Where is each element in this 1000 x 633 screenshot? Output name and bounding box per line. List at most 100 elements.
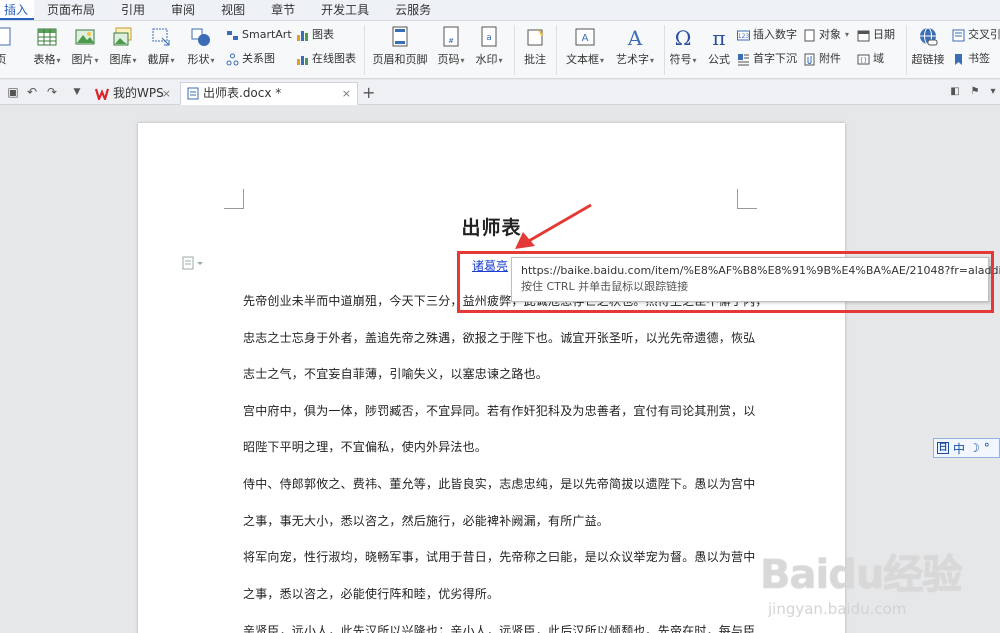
close-icon[interactable]: × (162, 83, 171, 104)
options-icon[interactable]: ▾ (986, 85, 1000, 99)
menu-bar: 插入 页面布局 引用 审阅 视图 章节 开发工具 云服务 (0, 0, 1000, 21)
paragraph-layout-icon[interactable] (182, 256, 204, 270)
new-doc-icon[interactable]: ▣ (6, 85, 20, 99)
screenshot-button[interactable]: 截屏▾ (144, 23, 178, 67)
ime-mode: 中 (953, 441, 966, 456)
gallery-button[interactable]: 图库▾ (106, 23, 140, 67)
bookmark-icon (955, 53, 962, 65)
menu-tab-view[interactable]: 视图 (208, 0, 258, 20)
body-line: 昭陛下平明之理，不宜偏私，使内外异法也。 (243, 440, 488, 454)
formula-button[interactable]: π 公式 (704, 23, 734, 67)
quick-access-dropdown-icon[interactable]: ▼ (70, 85, 84, 99)
field-icon: {} (857, 54, 870, 64)
close-icon[interactable]: × (342, 83, 351, 104)
smartart-button[interactable]: SmartArt (226, 26, 292, 44)
body-line: 志士之气，不宜妄自菲薄，引喻失义，以塞忠谏之路也。 (243, 367, 549, 381)
document-title: 出师表 (461, 217, 522, 239)
body-line: 侍中、侍郎郭攸之、费祎、董允等，此皆良实，志虑忠纯，是以先帝简拔以遗陛下。愚以为… (243, 477, 756, 491)
document-icon (187, 87, 199, 100)
calendar-icon (857, 30, 870, 41)
dropcap-icon (738, 53, 749, 65)
ribbon-separator (556, 25, 557, 75)
table-icon (37, 28, 57, 46)
svg-text:#: # (448, 37, 454, 45)
ime-status-bar[interactable]: 日 中 ☽ ° (933, 438, 1000, 458)
object-button[interactable]: 对象 ▾ (803, 26, 849, 44)
object-icon (804, 29, 815, 41)
body-line: 宫中府中，俱为一体，陟罚臧否，不宜异同。若有作奸犯科及为忠善者，宜付有司论其刑赏… (243, 404, 756, 418)
svg-text:{}: {} (860, 57, 868, 64)
dropcap-button[interactable]: 首字下沉 (737, 50, 797, 68)
moon-icon: ☽ (969, 441, 980, 455)
author-hyperlink[interactable]: 诸葛亮 (472, 257, 508, 274)
undo-icon[interactable]: ↶ (25, 85, 39, 99)
attachment-button[interactable]: 附件 (803, 50, 841, 68)
field-button[interactable]: {} 域 (857, 50, 884, 68)
picture-button[interactable]: 图片▾ (68, 23, 102, 67)
number-icon: 123 (737, 30, 750, 40)
wps-logo-icon (95, 88, 109, 100)
hyperlink-icon (920, 27, 938, 46)
svg-text:A: A (627, 26, 643, 48)
page-icon (0, 27, 11, 46)
chart-button[interactable]: 图表 (296, 26, 334, 44)
relation-icon (226, 53, 239, 65)
document-tab-strip: ▣ ↶ ↷ ▼ 我的WPS × 出师表.docx * × + ◧ ⚑ ▾ (0, 80, 1000, 105)
header-footer-button[interactable]: 页眉和页脚 (372, 23, 428, 67)
gallery-icon (113, 27, 132, 46)
crossref-icon (952, 29, 965, 41)
comment-button[interactable]: 批注 (520, 23, 550, 67)
omega-icon: Ω (675, 26, 692, 48)
date-button[interactable]: 日期 (857, 26, 895, 44)
ime-logo-icon: 日 (937, 442, 949, 454)
body-line: 亲贤臣，远小人，此先汉所以兴隆也；亲小人，远贤臣，此后汉所以倾颓也。先帝在时，每… (243, 624, 756, 633)
shape-button[interactable]: 形状▾ (184, 23, 218, 67)
watermark-button[interactable]: a 水印▾ (472, 23, 506, 67)
header-footer-icon (392, 26, 408, 47)
tab-document[interactable]: 出师表.docx * × (180, 82, 358, 105)
page-button[interactable]: 页 (0, 23, 11, 67)
menu-tab-page-layout[interactable]: 页面布局 (34, 0, 108, 20)
menu-tab-cloud[interactable]: 云服务 (382, 0, 444, 20)
skin-icon[interactable]: ◧ (948, 85, 962, 99)
menu-tab-developer[interactable]: 开发工具 (308, 0, 382, 20)
svg-text:A: A (582, 33, 589, 44)
body-line: 忠志之士忘身于外者，盖追先帝之殊遇，欲报之于陛下也。诚宜开张圣听，以光先帝遗德，… (243, 331, 756, 345)
tooltip-hint: 按住 CTRL 并单击鼠标以跟踪链接 (521, 280, 689, 293)
symbol-button[interactable]: Ω 符号▾ (666, 23, 700, 67)
svg-text:a: a (486, 33, 492, 43)
attachment-icon (804, 53, 815, 65)
menu-tab-insert[interactable]: 插入 (0, 0, 35, 20)
document-page[interactable]: 出师表 诸葛亮 先帝创业未半而中道崩殂，今天下三分，益州疲弊，此诚危急存亡之秋也… (138, 123, 845, 633)
page-number-button[interactable]: # 页码▾ (434, 23, 468, 67)
relation-chart-button[interactable]: 关系图 (226, 50, 275, 68)
smartart-icon (227, 30, 238, 40)
margin-mark (737, 189, 757, 209)
crossref-button[interactable]: 交叉引 (952, 26, 1000, 44)
tooltip-url: https://baike.baidu.com/item/%E8%AF%B8%E… (521, 264, 1000, 277)
svg-text:π: π (712, 26, 725, 48)
menu-tab-references[interactable]: 引用 (108, 0, 158, 20)
tab-my-wps[interactable]: 我的WPS × (88, 82, 178, 105)
punctuation-icon: ° (983, 441, 990, 455)
wordart-button[interactable]: A 艺术字▾ (612, 23, 658, 67)
screenshot-icon (152, 28, 170, 46)
menu-tab-section[interactable]: 章节 (258, 0, 308, 20)
ribbon-separator (514, 25, 515, 75)
bar-chart-icon (297, 30, 308, 41)
menu-tab-review[interactable]: 审阅 (158, 0, 208, 20)
online-chart-button[interactable]: 在线图表 (296, 50, 356, 68)
feedback-icon[interactable]: ⚑ (968, 85, 982, 99)
bookmark-button[interactable]: 书签 (952, 50, 990, 68)
new-tab-icon[interactable]: + (362, 83, 375, 102)
online-chart-icon (297, 55, 308, 65)
body-line: 之事，悉以咨之，必能使行阵和睦，优劣得所。 (243, 587, 500, 601)
textbox-button[interactable]: A 文本框▾ (562, 23, 608, 67)
ribbon-separator (664, 25, 665, 75)
watermark-icon: a (481, 26, 497, 47)
hyperlink-tooltip: https://baike.baidu.com/item/%E8%AF%B8%E… (511, 257, 1000, 302)
redo-icon[interactable]: ↷ (45, 85, 59, 99)
hyperlink-button[interactable]: 超链接 (910, 23, 946, 67)
table-button[interactable]: 表格▾ (30, 23, 64, 67)
insert-number-button[interactable]: 123 插入数字 (737, 26, 797, 44)
